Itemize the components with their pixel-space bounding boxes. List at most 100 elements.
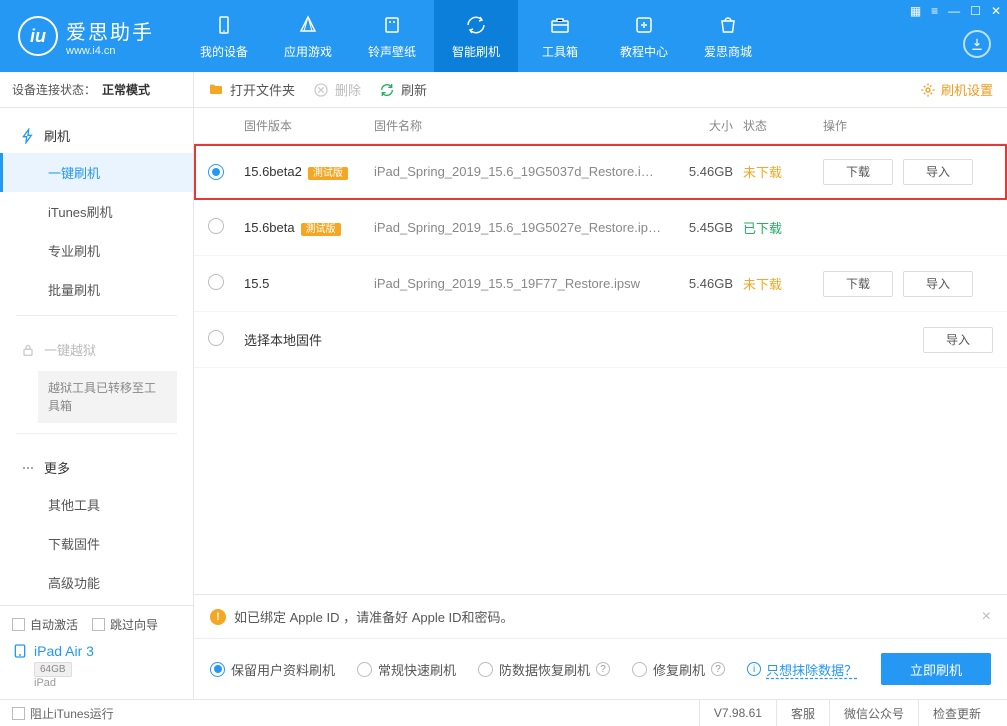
nav-label: 爱思商城 — [704, 43, 752, 60]
sidebar-item[interactable]: 批量刷机 — [0, 270, 193, 309]
col-version: 固件版本 — [244, 117, 374, 134]
refresh-label: 刷新 — [401, 80, 427, 99]
nav-icon — [716, 13, 740, 37]
mode-label: 防数据恢复刷机 — [499, 660, 590, 679]
status-cell[interactable]: 微信公众号 — [829, 700, 918, 726]
close-icon[interactable]: ✕ — [991, 4, 1001, 18]
flash-settings-button[interactable]: 刷机设置 — [920, 80, 993, 99]
nav-tab-3[interactable]: 智能刷机 — [434, 0, 518, 72]
alert-close-button[interactable]: × — [982, 608, 991, 626]
nav-tab-0[interactable]: 我的设备 — [182, 0, 266, 72]
beta-tag: 測试版 — [308, 167, 348, 180]
skip-guide-label: 跳过向导 — [110, 616, 158, 633]
nav-label: 应用游戏 — [284, 43, 332, 60]
refresh-button[interactable]: 刷新 — [379, 80, 427, 99]
nav-icon — [296, 13, 320, 37]
import-button[interactable]: 导入 — [923, 327, 993, 353]
sidebar: 设备连接状态： 正常模式 刷机一键刷机iTunes刷机专业刷机批量刷机一键越狱越… — [0, 72, 194, 699]
nav-icon — [212, 13, 236, 37]
col-filename: 固件名称 — [374, 117, 669, 134]
col-state: 状态 — [743, 117, 823, 134]
table-header: 固件版本 固件名称 大小 状态 操作 — [194, 108, 1007, 144]
sidebar-group-2[interactable]: 更多 — [0, 450, 193, 485]
sidebar-note: 越狱工具已转移至工具箱 — [38, 371, 177, 423]
sidebar-item[interactable]: iTunes刷机 — [0, 192, 193, 231]
help-icon[interactable]: ? — [711, 662, 725, 676]
menu-icon[interactable]: ≡ — [931, 4, 938, 18]
mode-radio[interactable] — [478, 662, 493, 677]
download-button[interactable]: 下载 — [823, 159, 893, 185]
row-radio[interactable] — [208, 218, 224, 234]
flash-settings-label: 刷机设置 — [941, 80, 993, 99]
firmware-version: 15.6beta2 — [244, 164, 302, 179]
refresh-icon — [379, 82, 395, 98]
firmware-size: 5.46GB — [669, 276, 743, 291]
logo-icon: iu — [18, 16, 58, 56]
skip-guide-checkbox[interactable]: 跳过向导 — [92, 616, 158, 633]
help-icon[interactable]: ? — [596, 662, 610, 676]
sidebar-item[interactable]: 其他工具 — [0, 485, 193, 524]
sidebar-group-0[interactable]: 刷机 — [0, 118, 193, 153]
firmware-size: 5.46GB — [669, 164, 743, 179]
flash-mode-option[interactable]: 防数据恢复刷机 ? — [478, 660, 610, 679]
grid-icon[interactable]: ▦ — [910, 4, 921, 18]
status-cell[interactable]: 检查更新 — [918, 700, 995, 726]
mode-label: 保留用户资料刷机 — [231, 660, 335, 679]
gear-icon — [920, 82, 936, 98]
auto-activate-checkbox[interactable]: 自动激活 — [12, 616, 78, 633]
block-itunes-checkbox[interactable]: 阻止iTunes运行 — [12, 705, 114, 722]
nav-icon — [464, 13, 488, 37]
device-type: iPad — [12, 675, 181, 689]
import-button[interactable]: 导入 — [903, 159, 973, 185]
sidebar-item[interactable]: 高级功能 — [0, 563, 193, 602]
sidebar-item[interactable]: 下载固件 — [0, 524, 193, 563]
toolbar: 打开文件夹 删除 刷新 刷机设置 — [194, 72, 1007, 108]
nav-tab-5[interactable]: 教程中心 — [602, 0, 686, 72]
flash-mode-row: 保留用户资料刷机常规快速刷机防数据恢复刷机 ?修复刷机 ?i只想抹除数据？立即刷… — [194, 639, 1007, 699]
firmware-row: 15.6beta2測试版iPad_Spring_2019_15.6_19G503… — [194, 144, 1007, 200]
nav-tab-4[interactable]: 工具箱 — [518, 0, 602, 72]
flash-now-button[interactable]: 立即刷机 — [881, 653, 991, 685]
download-indicator-icon[interactable] — [963, 30, 991, 58]
nav-tab-1[interactable]: 应用游戏 — [266, 0, 350, 72]
block-itunes-label: 阻止iTunes运行 — [30, 705, 114, 722]
row-radio[interactable] — [208, 274, 224, 290]
firmware-size: 5.45GB — [669, 220, 743, 235]
alert-text: 如已绑定 Apple ID ，请准备好 Apple ID和密码。 — [234, 607, 514, 626]
status-cell[interactable]: 客服 — [776, 700, 829, 726]
firmware-state: 未下载 — [743, 274, 823, 293]
mode-radio[interactable] — [357, 662, 372, 677]
flash-mode-option[interactable]: 修复刷机 ? — [632, 660, 725, 679]
open-folder-button[interactable]: 打开文件夹 — [208, 80, 295, 99]
firmware-version: 选择本地固件 — [244, 333, 322, 348]
nav-tab-2[interactable]: 铃声壁纸 — [350, 0, 434, 72]
download-button[interactable]: 下载 — [823, 271, 893, 297]
nav-tab-6[interactable]: 爱思商城 — [686, 0, 770, 72]
mode-radio[interactable] — [632, 662, 647, 677]
nav-label: 我的设备 — [200, 43, 248, 60]
delete-button[interactable]: 删除 — [313, 80, 361, 99]
nav-icon — [548, 13, 572, 37]
sidebar-item[interactable]: 一键刷机 — [0, 153, 193, 192]
sidebar-item[interactable]: 专业刷机 — [0, 231, 193, 270]
row-radio[interactable] — [208, 164, 224, 180]
flash-mode-option[interactable]: 常规快速刷机 — [357, 660, 456, 679]
delete-icon — [313, 82, 329, 98]
row-radio[interactable] — [208, 330, 224, 346]
maximize-icon[interactable]: ☐ — [970, 4, 981, 18]
connection-value: 正常模式 — [102, 81, 150, 98]
device-info[interactable]: iPad Air 3 — [12, 643, 181, 659]
nav-label: 工具箱 — [542, 43, 578, 60]
erase-data-link[interactable]: 只想抹除数据？ — [766, 660, 857, 679]
import-button[interactable]: 导入 — [903, 271, 973, 297]
info-icon: i — [747, 662, 761, 676]
tablet-icon — [12, 643, 28, 659]
firmware-row: 15.5iPad_Spring_2019_15.5_19F77_Restore.… — [194, 256, 1007, 312]
minimize-icon[interactable]: — — [948, 4, 960, 18]
firmware-row: 选择本地固件 导入 — [194, 312, 1007, 368]
flash-mode-option[interactable]: 保留用户资料刷机 — [210, 660, 335, 679]
warning-icon: ! — [210, 609, 226, 625]
sidebar-group-1[interactable]: 一键越狱 — [0, 332, 193, 367]
connection-label: 设备连接状态： — [12, 81, 96, 98]
mode-radio[interactable] — [210, 662, 225, 677]
